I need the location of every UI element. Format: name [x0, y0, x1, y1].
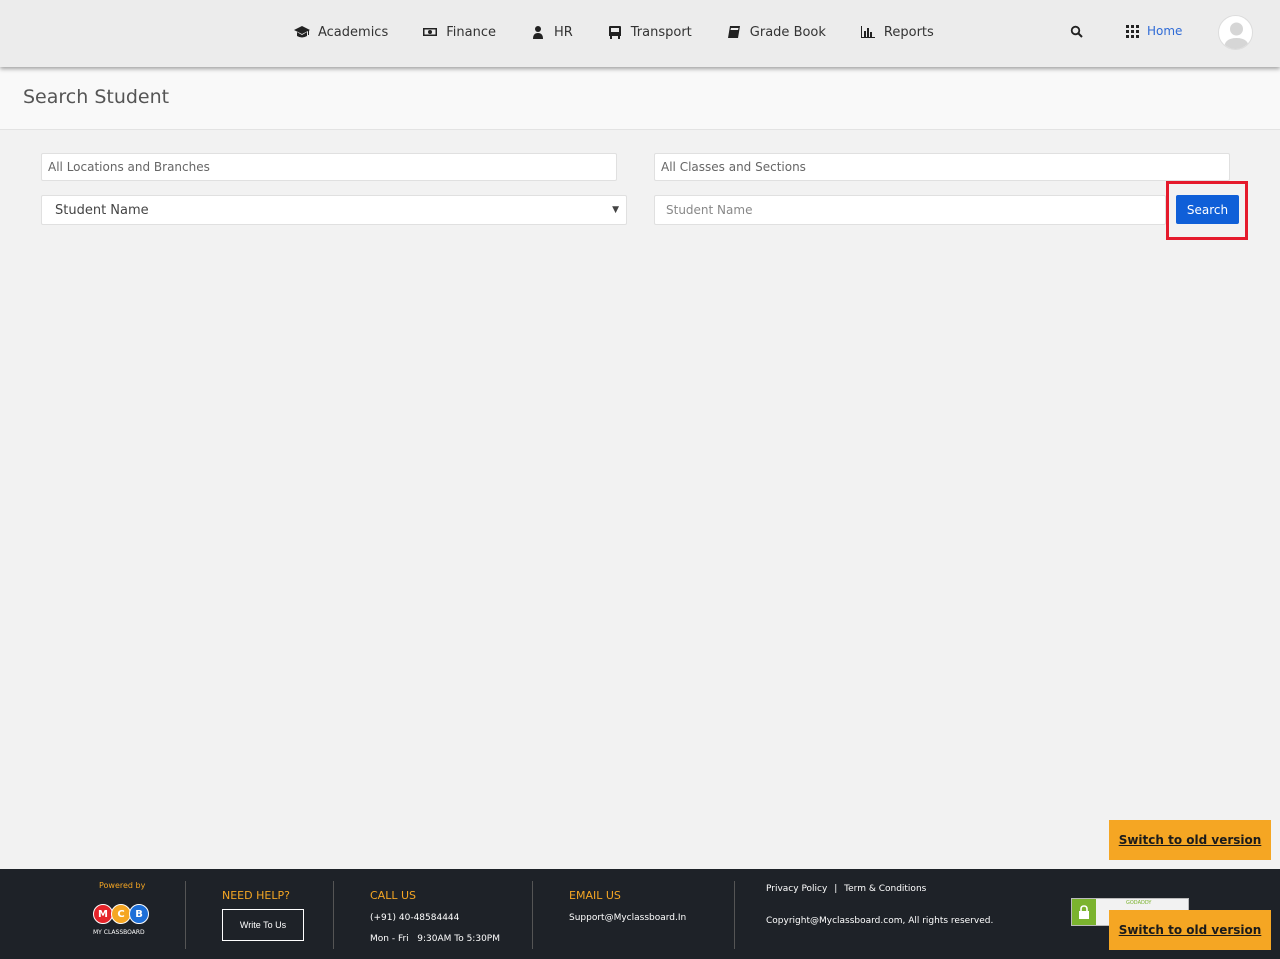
home-label: Home	[1147, 24, 1183, 38]
apps-grid-icon	[1126, 24, 1139, 38]
user-avatar-icon	[1224, 22, 1249, 49]
class-section-select[interactable]: All Classes and Sections	[654, 153, 1230, 181]
bus-icon	[608, 26, 621, 39]
book-icon	[727, 26, 740, 38]
location-branch-placeholder: All Locations and Branches	[48, 160, 210, 174]
write-to-us-button[interactable]: Write To Us	[222, 909, 304, 941]
mcb-logo: M C B	[93, 904, 149, 924]
call-us-heading: CALL US	[370, 889, 416, 902]
footer-divider	[532, 881, 533, 949]
logo-letter-b: B	[129, 904, 149, 924]
need-help-heading: NEED HELP?	[222, 889, 290, 902]
nav-item-label: Reports	[883, 24, 934, 40]
nav-item-label: Finance	[446, 24, 496, 40]
graduation-cap-icon	[294, 26, 310, 38]
badge-text: GODADDY	[1126, 900, 1152, 906]
logo-letter-m: M	[93, 904, 113, 924]
copyright-text: Copyright@Myclassboard.com, All rights r…	[766, 916, 994, 926]
nav-item-label: HR	[553, 24, 573, 40]
privacy-policy-link[interactable]: Privacy Policy	[766, 884, 827, 894]
footer-divider	[333, 881, 334, 949]
footer-divider	[734, 881, 735, 949]
nav-item-transport[interactable]: Transport	[607, 25, 692, 40]
lock-icon	[1072, 899, 1096, 925]
search-button[interactable]: Search	[1176, 195, 1239, 224]
nav-item-label: Transport	[630, 24, 692, 40]
nav-item-hr[interactable]: HR	[530, 25, 573, 40]
top-navbar: Academics Finance HR Transport Grade Boo…	[0, 0, 1280, 67]
money-icon	[423, 28, 438, 36]
powered-by-label: Powered by	[99, 881, 146, 890]
email-us-heading: EMAIL US	[569, 889, 621, 902]
caret-down-icon: ▼	[612, 205, 619, 215]
footer-divider	[185, 881, 186, 949]
link-separator: |	[834, 884, 838, 894]
home-link[interactable]: Home	[1126, 24, 1182, 38]
nav-item-grade-book[interactable]: Grade Book	[726, 25, 826, 40]
location-branch-select[interactable]: All Locations and Branches	[41, 153, 617, 181]
nav-item-reports[interactable]: Reports	[860, 25, 934, 40]
support-email[interactable]: Support@Myclassboard.In	[569, 913, 686, 923]
nav-item-label: Academics	[318, 24, 389, 40]
footer: Powered by M C B MY CLASSBOARD NEED HELP…	[0, 869, 1280, 959]
avatar[interactable]	[1218, 15, 1253, 50]
terms-link[interactable]: Term & Conditions	[844, 884, 926, 894]
logo-name: MY CLASSBOARD	[93, 929, 145, 936]
main-nav: Academics Finance HR Transport Grade Boo…	[294, 0, 968, 64]
nav-item-academics[interactable]: Academics	[294, 25, 388, 40]
phone-number: (+91) 40-48584444	[370, 913, 460, 923]
student-name-input[interactable]	[654, 195, 1166, 225]
bar-chart-icon	[860, 26, 875, 38]
search-by-selected-value: Student Name	[55, 202, 149, 218]
footer-legal-links: Privacy Policy | Term & Conditions	[766, 884, 926, 894]
user-icon	[532, 26, 543, 39]
switch-old-version-button-footer[interactable]: Switch to old version	[1109, 910, 1271, 950]
search-icon[interactable]	[1070, 25, 1084, 39]
page-title: Search Student	[23, 86, 170, 108]
switch-old-version-button[interactable]: Switch to old version	[1109, 820, 1271, 860]
office-hours: Mon - Fri 9:30AM To 5:30PM	[370, 934, 500, 944]
nav-item-label: Grade Book	[749, 24, 826, 40]
class-section-placeholder: All Classes and Sections	[661, 160, 806, 174]
logo-letter-c: C	[111, 904, 131, 924]
page-header: Search Student	[0, 67, 1280, 130]
search-by-select[interactable]: Student Name ▼	[41, 195, 627, 225]
nav-item-finance[interactable]: Finance	[422, 25, 496, 40]
